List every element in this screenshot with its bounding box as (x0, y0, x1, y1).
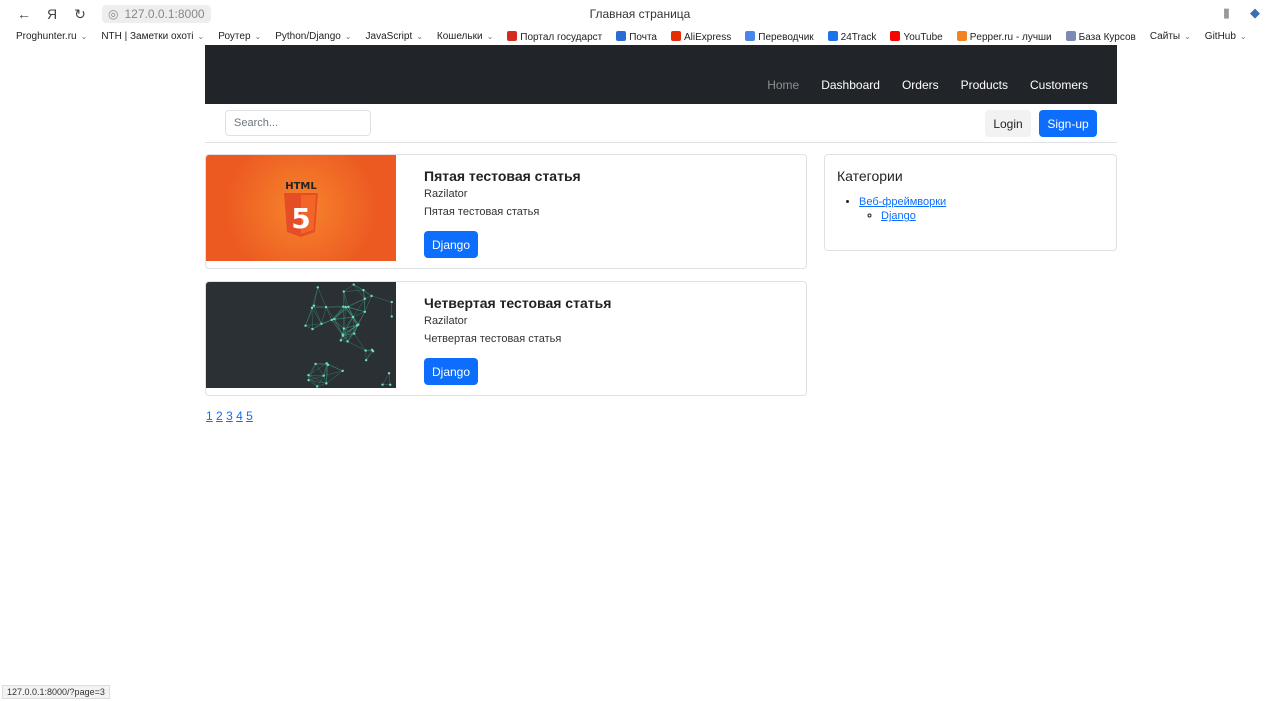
chevron-down-icon: ⌄ (1239, 32, 1247, 41)
bookmark-label: Pepper.ru - лучши (969, 31, 1052, 43)
bookmark-item[interactable]: Python/Django ⌄ (275, 31, 351, 42)
bookmark-item[interactable]: GitHub ⌄ (1205, 31, 1247, 42)
bookmark-label: Почта (629, 31, 657, 43)
article-description: Пятая тестовая статья (424, 206, 540, 218)
chevron-down-icon: ⌄ (1184, 32, 1191, 41)
nav-link-orders[interactable]: Orders (891, 78, 950, 92)
chevron-down-icon: ⌄ (344, 32, 352, 41)
bookmark-label: Сайты (1149, 31, 1181, 42)
nav-link-dashboard[interactable]: Dashboard (810, 78, 891, 92)
svg-text:HTML: HTML (285, 181, 317, 192)
bookmark-item[interactable]: JavaScript ⌄ (366, 31, 423, 42)
category-tag-button[interactable]: Django (424, 358, 478, 385)
bookmark-label: Python/Django (275, 31, 341, 42)
network-graph-image[interactable] (206, 282, 396, 388)
bookmark-favicon-icon (956, 30, 967, 41)
bookmark-label: NTH | Заметки охоті (101, 31, 194, 42)
article-title[interactable]: Пятая тестовая статья (424, 168, 581, 184)
bookmark-item[interactable]: Proghunter.ru ⌄ (16, 31, 87, 42)
yandex-icon[interactable]: Я (38, 6, 66, 22)
page-link[interactable]: 5 (246, 409, 253, 423)
nav-link-customers[interactable]: Customers (1019, 78, 1099, 92)
chevron-down-icon: ⌄ (197, 32, 205, 41)
chevron-down-icon: ⌄ (80, 32, 88, 41)
bookmark-label: 24Track (840, 31, 877, 43)
bookmark-label: YouTube (903, 31, 943, 43)
bookmark-item[interactable]: Pepper.ru - лучши (956, 30, 1052, 43)
bookmark-favicon-icon (616, 30, 627, 41)
bookmark-item[interactable]: Переводчик (745, 30, 814, 43)
bookmark-label: Proghunter.ru (16, 31, 77, 42)
categories-card: Категории Веб-фреймворки Django (824, 154, 1117, 251)
html5-logo-image[interactable]: HTML 5 (206, 155, 396, 261)
article-description: Четвертая тестовая статья (424, 333, 562, 345)
bookmark-favicon-icon (671, 30, 681, 41)
bookmark-item[interactable]: Портал государст (507, 30, 603, 43)
bookmark-item[interactable]: Почта (616, 30, 657, 43)
back-icon[interactable]: ← (10, 6, 38, 22)
bookmarks-bar: Proghunter.ru ⌄ NTH | Заметки охоті ⌄ Роутер… (0, 28, 1280, 45)
bookmark-item[interactable]: AliExpress (671, 30, 732, 43)
url-text: 127.0.0.1:8000 (124, 7, 205, 21)
bookmark-label: База Курсов (1078, 31, 1136, 43)
pagination: 1 2 3 4 5 (206, 409, 253, 423)
search-input[interactable] (225, 110, 371, 136)
chevron-down-icon: ⌄ (416, 32, 423, 41)
page-link[interactable]: 4 (236, 409, 243, 423)
bookmark-favicon-icon (507, 30, 518, 41)
login-button[interactable]: Login (985, 110, 1031, 137)
bookmark-favicon-icon (890, 30, 901, 41)
page-link[interactable]: 2 (216, 409, 223, 423)
article-card: HTML 5 Пятая тестовая статья Razilator Пя… (205, 154, 807, 269)
bookmark-label: Портал государст (520, 31, 603, 43)
bookmark-item[interactable]: Кошельки ⌄ (437, 31, 493, 42)
bookmark-label: Роутер (218, 31, 251, 42)
bookmark-item[interactable]: YouTube (890, 30, 943, 43)
svg-text:5: 5 (291, 202, 310, 235)
bookmark-item[interactable]: 24Track (827, 30, 877, 43)
bookmark-label: Переводчик (758, 31, 814, 43)
html5-icon: HTML 5 (284, 181, 318, 237)
nav-link-home[interactable]: Home (756, 78, 810, 92)
bookmark-label: GitHub (1204, 31, 1236, 42)
article-author: Razilator (424, 188, 468, 200)
nav-link-products[interactable]: Products (950, 78, 1019, 92)
browser-toolbar: ← Я ↻ ◎ 127.0.0.1:8000 Главная страница ▮… (0, 0, 1280, 28)
search-bar-row: Login Sign-up (205, 104, 1117, 143)
network-graph-icon (304, 283, 393, 388)
page-link[interactable]: 1 (206, 409, 213, 423)
page-link[interactable]: 3 (226, 409, 233, 423)
address-bar[interactable]: ◎ 127.0.0.1:8000 (102, 5, 211, 23)
category-link[interactable]: Веб-фреймворки (859, 196, 946, 208)
bookmark-favicon-icon (745, 30, 756, 41)
category-tag-button[interactable]: Django (424, 231, 478, 258)
chevron-down-icon: ⌄ (254, 32, 262, 41)
subcategory-link[interactable]: Django (881, 210, 916, 222)
bookmark-item[interactable]: База Курсов (1065, 30, 1136, 43)
bookmark-label: JavaScript (365, 31, 413, 42)
bookmark-favicon-icon (1065, 30, 1076, 41)
bookmark-item[interactable]: Сайты ⌄ (1150, 31, 1191, 42)
site-info-icon[interactable]: ◎ (108, 7, 118, 21)
article-title[interactable]: Четвертая тестовая статья (424, 295, 611, 311)
article-author: Razilator (424, 315, 468, 327)
reload-icon[interactable]: ↻ (66, 6, 94, 23)
signup-button[interactable]: Sign-up (1039, 110, 1097, 137)
site-navbar: Home Dashboard Orders Products Customers (205, 45, 1117, 104)
bookmark-label: Кошельки (436, 31, 483, 42)
bookmark-icon[interactable]: ▮ (1223, 5, 1230, 21)
chevron-down-icon: ⌄ (486, 32, 494, 41)
status-bar-url: 127.0.0.1:8000/?page=3 (2, 685, 110, 699)
bookmark-item[interactable]: NTH | Заметки охоті ⌄ (101, 31, 204, 42)
bookmark-favicon-icon (827, 30, 838, 41)
categories-title: Категории (837, 168, 903, 184)
extension-icon[interactable]: ◆ (1250, 5, 1260, 21)
bookmark-label: AliExpress (684, 31, 732, 43)
article-card: Четвертая тестовая статья Razilator Четв… (205, 281, 807, 396)
bookmark-item[interactable]: Роутер ⌄ (218, 31, 261, 42)
